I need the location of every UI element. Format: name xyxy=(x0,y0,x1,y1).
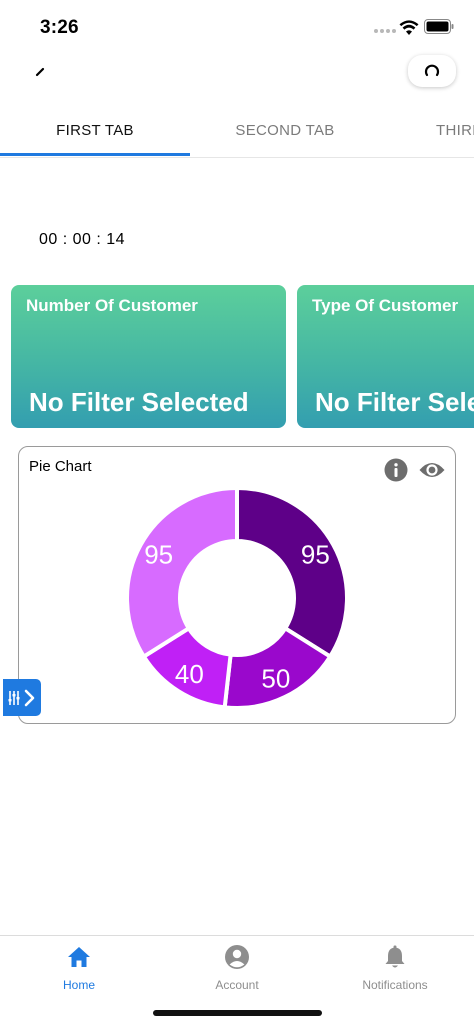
pie-slice-label: 95 xyxy=(144,540,173,570)
nav-account[interactable]: Account xyxy=(158,936,316,1006)
nav-home[interactable]: Home xyxy=(0,936,158,1006)
number-of-customer-card[interactable]: Number Of Customer No Filter Selected xyxy=(11,285,286,428)
nav-label: Home xyxy=(62,978,95,992)
card-value: No Filter Selected xyxy=(29,387,249,417)
card-value: No Filter Selected xyxy=(315,387,474,417)
pie-chart-card: 95 50 40 95 Pie Chart xyxy=(18,446,456,724)
pie-slice-label: 50 xyxy=(261,664,290,694)
eye-icon[interactable] xyxy=(418,459,446,481)
pie-chart: 95 50 40 95 xyxy=(125,485,349,710)
nav-label: Account xyxy=(215,978,259,992)
header-bar xyxy=(0,36,474,108)
tab-bar: FIRST TAB SECOND TAB THIRD TAB xyxy=(0,108,474,158)
refresh-button[interactable] xyxy=(408,55,456,87)
account-icon xyxy=(225,945,249,969)
app-screen: 3:26 FIRST TAB SECOND TAB THIRD TAB 00 :… xyxy=(0,0,474,1025)
sliders-icon xyxy=(8,689,35,706)
pie-slice-label: 95 xyxy=(301,540,330,570)
tab-first[interactable]: FIRST TAB xyxy=(0,108,190,158)
nav-notifications[interactable]: Notifications xyxy=(316,936,474,1006)
pie-slice[interactable] xyxy=(125,485,239,660)
active-tab-indicator xyxy=(0,153,190,156)
refresh-icon xyxy=(424,64,440,77)
timer-display: 00 : 00 : 14 xyxy=(39,231,126,248)
cellular-signal-icon xyxy=(374,29,396,33)
back-icon[interactable] xyxy=(33,64,47,78)
card-title: Type Of Customer xyxy=(312,296,459,315)
tab-second[interactable]: SECOND TAB xyxy=(190,108,380,158)
status-bar: 3:26 xyxy=(0,0,474,38)
nav-label: Notifications xyxy=(362,978,428,992)
card-title: Number Of Customer xyxy=(26,296,198,315)
bell-icon xyxy=(385,945,405,968)
pie-slice-label: 40 xyxy=(175,659,204,689)
wifi-icon xyxy=(399,20,419,35)
tab-third[interactable]: THIRD TAB xyxy=(380,108,474,158)
chart-title: Pie Chart xyxy=(29,458,92,475)
battery-icon xyxy=(424,19,454,34)
info-icon[interactable] xyxy=(384,458,408,482)
filter-toggle-button[interactable] xyxy=(3,679,41,716)
home-icon xyxy=(68,947,90,967)
home-indicator xyxy=(153,1010,322,1016)
type-of-customer-card[interactable]: Type Of Customer No Filter Selected xyxy=(297,285,474,428)
